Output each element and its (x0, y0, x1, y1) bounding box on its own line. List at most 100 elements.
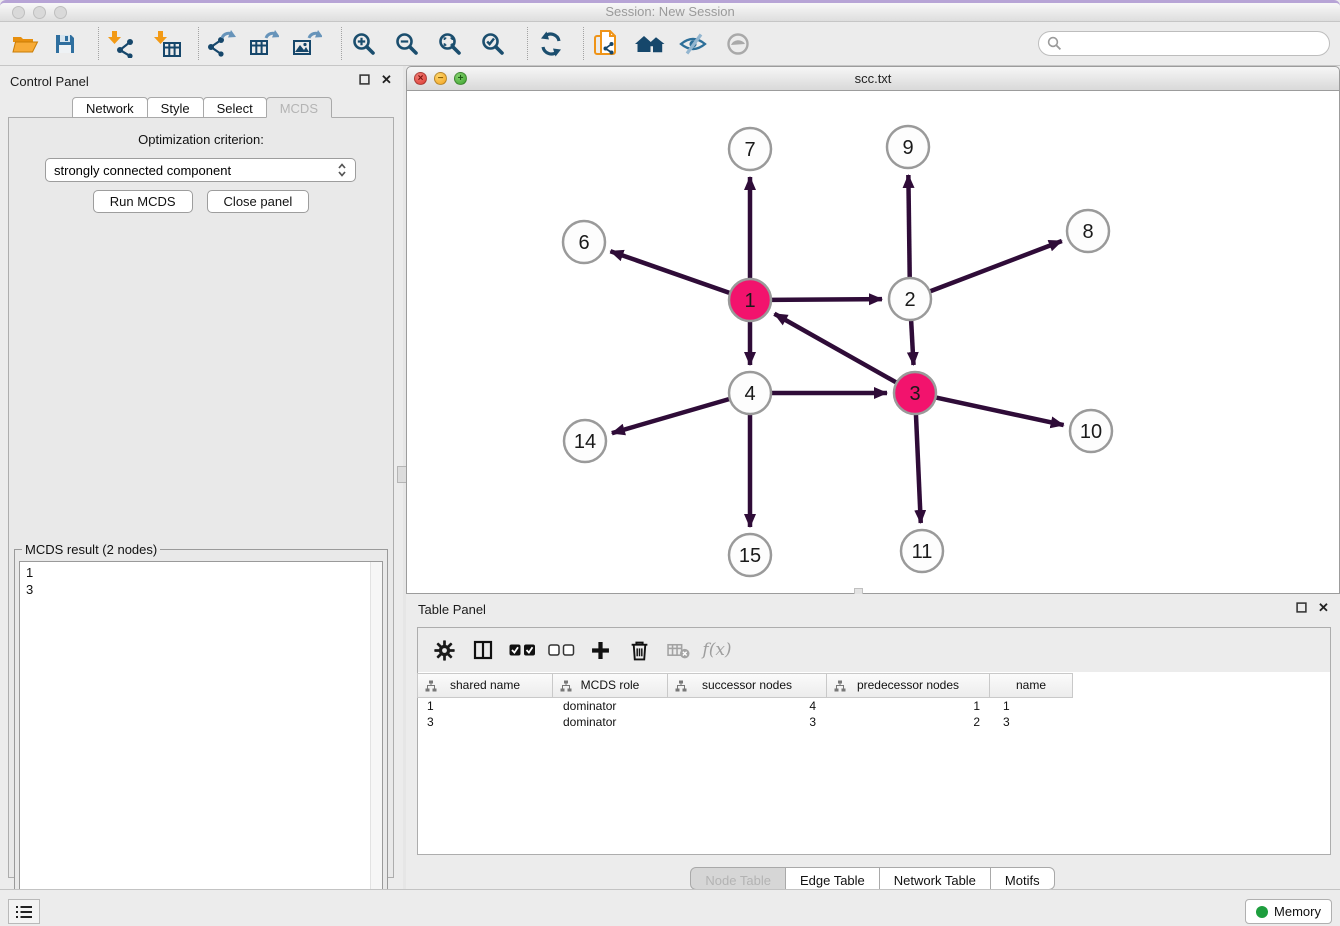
column-header-shared-name[interactable]: shared name (417, 673, 553, 698)
network-minimize-icon[interactable]: − (434, 72, 447, 85)
cell[interactable]: 3 (418, 714, 554, 730)
home-icon[interactable] (631, 28, 669, 60)
edge-2-9[interactable] (908, 175, 909, 278)
float-table-panel-icon[interactable] (1295, 601, 1308, 614)
edge-4-14[interactable] (612, 399, 730, 433)
float-panel-icon[interactable] (358, 73, 371, 86)
network-close-icon[interactable]: × (414, 72, 427, 85)
table-header: shared nameMCDS role successor nodes prede… (418, 673, 1073, 698)
tab-network-table[interactable]: Network Table (879, 867, 991, 890)
cell[interactable]: 1 (830, 698, 994, 714)
tab-style[interactable]: Style (147, 97, 204, 118)
edge-2-3[interactable] (911, 320, 913, 365)
cell[interactable]: dominator (554, 714, 670, 730)
minimize-window-button[interactable] (33, 6, 46, 19)
column-label: successor nodes (702, 678, 792, 692)
refresh-icon[interactable] (532, 28, 570, 60)
table-tabs: Node Table Edge Table Network Table Moti… (406, 867, 1340, 890)
export-table-icon[interactable] (245, 28, 283, 60)
edge-3-10[interactable] (936, 397, 1064, 425)
node-label-14: 14 (574, 431, 596, 453)
network-window-titlebar[interactable]: × − + scc.txt (406, 66, 1340, 91)
column-tree-icon (675, 680, 687, 692)
save-icon[interactable] (46, 28, 84, 60)
mcds-result-area[interactable]: 13 (19, 561, 383, 918)
export-network-icon[interactable] (202, 28, 240, 60)
zoom-out-icon[interactable] (388, 28, 426, 60)
column-header-name[interactable]: name (989, 673, 1073, 698)
tab-node-table[interactable]: Node Table (690, 867, 786, 890)
edge-1-2[interactable] (771, 299, 882, 300)
network-canvas[interactable]: 1234678910111415 (406, 91, 1340, 594)
edge-3-11[interactable] (916, 414, 921, 523)
node-label-10: 10 (1080, 421, 1102, 443)
table-row-0[interactable]: 1dominator411 (418, 698, 1330, 714)
run-mcds-button[interactable]: Run MCDS (93, 190, 193, 213)
select-all-icon[interactable] (506, 635, 538, 665)
result-scrollbar[interactable] (370, 562, 382, 917)
deselect-all-icon[interactable] (545, 635, 577, 665)
import-table-icon[interactable] (148, 28, 186, 60)
open-folder-icon[interactable] (6, 28, 44, 60)
status-bar: Memory (0, 889, 1340, 926)
node-label-7: 7 (744, 139, 755, 161)
edge-2-8[interactable] (930, 241, 1062, 292)
cell[interactable]: dominator (554, 698, 670, 714)
cell[interactable]: 4 (670, 698, 830, 714)
hide-display-eye-slash-icon[interactable] (674, 28, 712, 60)
settings-gear-icon[interactable] (428, 635, 460, 665)
zoom-fit-icon[interactable] (431, 28, 469, 60)
close-panel-button[interactable]: Close panel (207, 190, 310, 213)
cell[interactable]: 1 (994, 698, 1078, 714)
copy-network-view-icon[interactable] (587, 28, 625, 60)
cell[interactable]: 1 (418, 698, 554, 714)
column-tree-icon (560, 680, 572, 692)
memory-button[interactable]: Memory (1245, 899, 1332, 924)
zoom-selected-icon[interactable] (474, 28, 512, 60)
zoom-window-button[interactable] (54, 6, 67, 19)
toolbar-separator (527, 27, 528, 60)
toolbar-separator (341, 27, 342, 60)
tab-select[interactable]: Select (203, 97, 267, 118)
import-network-icon[interactable] (102, 28, 140, 60)
cell[interactable]: 3 (670, 714, 830, 730)
search-box[interactable] (1038, 31, 1330, 56)
close-window-button[interactable] (12, 6, 25, 19)
node-label-9: 9 (902, 137, 913, 159)
delete-column-icon[interactable] (623, 635, 655, 665)
node-label-6: 6 (578, 232, 589, 254)
node-label-1: 1 (744, 290, 755, 312)
column-label: name (1016, 678, 1046, 692)
function-builder-icon: f(x) (701, 635, 733, 665)
column-header-MCDS-role[interactable]: MCDS role (552, 673, 668, 698)
window-title: Session: New Session (0, 3, 1340, 21)
show-display-eye-icon[interactable] (719, 28, 757, 60)
close-table-panel-icon[interactable]: ✕ (1317, 601, 1330, 614)
network-graph: 1234678910111415 (407, 91, 1339, 592)
search-input[interactable] (1067, 34, 1329, 54)
zoom-in-icon[interactable] (345, 28, 383, 60)
column-tree-icon (425, 680, 437, 692)
close-panel-icon[interactable]: ✕ (380, 73, 393, 86)
toggle-panel-columns-icon[interactable] (467, 635, 499, 665)
edge-3-1[interactable] (774, 314, 896, 383)
tab-edge-table[interactable]: Edge Table (785, 867, 880, 890)
network-zoom-icon[interactable]: + (454, 72, 467, 85)
toolbar-separator (98, 27, 99, 60)
cell[interactable]: 2 (830, 714, 994, 730)
node-label-15: 15 (739, 545, 761, 567)
tab-mcds[interactable]: MCDS (266, 97, 332, 118)
result-line: 1 (26, 564, 376, 581)
result-line: 3 (26, 581, 376, 598)
add-column-icon[interactable] (584, 635, 616, 665)
optimization-criterion-select[interactable]: strongly connected component (45, 158, 356, 182)
task-history-list-icon[interactable] (8, 899, 40, 924)
tab-network[interactable]: Network (72, 97, 148, 118)
table-row-1[interactable]: 3dominator323 (418, 714, 1330, 730)
column-header-predecessor-nodes[interactable]: predecessor nodes (826, 673, 990, 698)
export-image-icon[interactable] (288, 28, 326, 60)
cell[interactable]: 3 (994, 714, 1078, 730)
tab-motifs[interactable]: Motifs (990, 867, 1055, 890)
column-header-successor-nodes[interactable]: successor nodes (667, 673, 827, 698)
edge-1-6[interactable] (610, 251, 730, 293)
